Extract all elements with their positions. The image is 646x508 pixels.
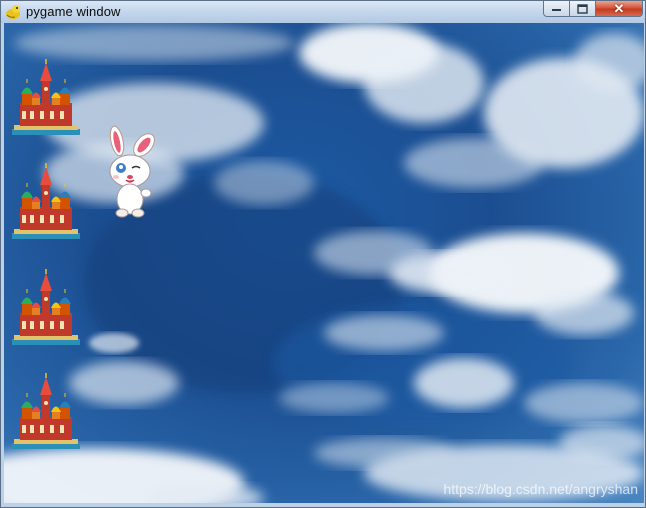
- castle-sprite-2: [10, 163, 82, 243]
- pygame-snake-icon: [6, 5, 20, 19]
- minimize-icon: [551, 8, 561, 11]
- castle-sprite-4: [10, 373, 82, 453]
- minimize-button[interactable]: [543, 1, 570, 17]
- title-bar[interactable]: pygame window ✕: [1, 1, 645, 23]
- castle-sprite-3: [10, 269, 82, 349]
- maximize-icon: [577, 3, 588, 14]
- rabbit-sprite[interactable]: [102, 125, 162, 221]
- close-button[interactable]: ✕: [596, 1, 643, 17]
- watermark-text: https://blog.csdn.net/angryshan: [443, 481, 638, 497]
- game-canvas[interactable]: https://blog.csdn.net/angryshan: [4, 23, 644, 503]
- pygame-window: pygame window ✕ https://blog.csdn.net/an…: [0, 0, 646, 508]
- maximize-button[interactable]: [570, 1, 596, 17]
- castle-sprite-1: [10, 59, 82, 139]
- window-title: pygame window: [26, 4, 121, 19]
- sky-background: [4, 23, 644, 503]
- close-icon: ✕: [613, 0, 625, 16]
